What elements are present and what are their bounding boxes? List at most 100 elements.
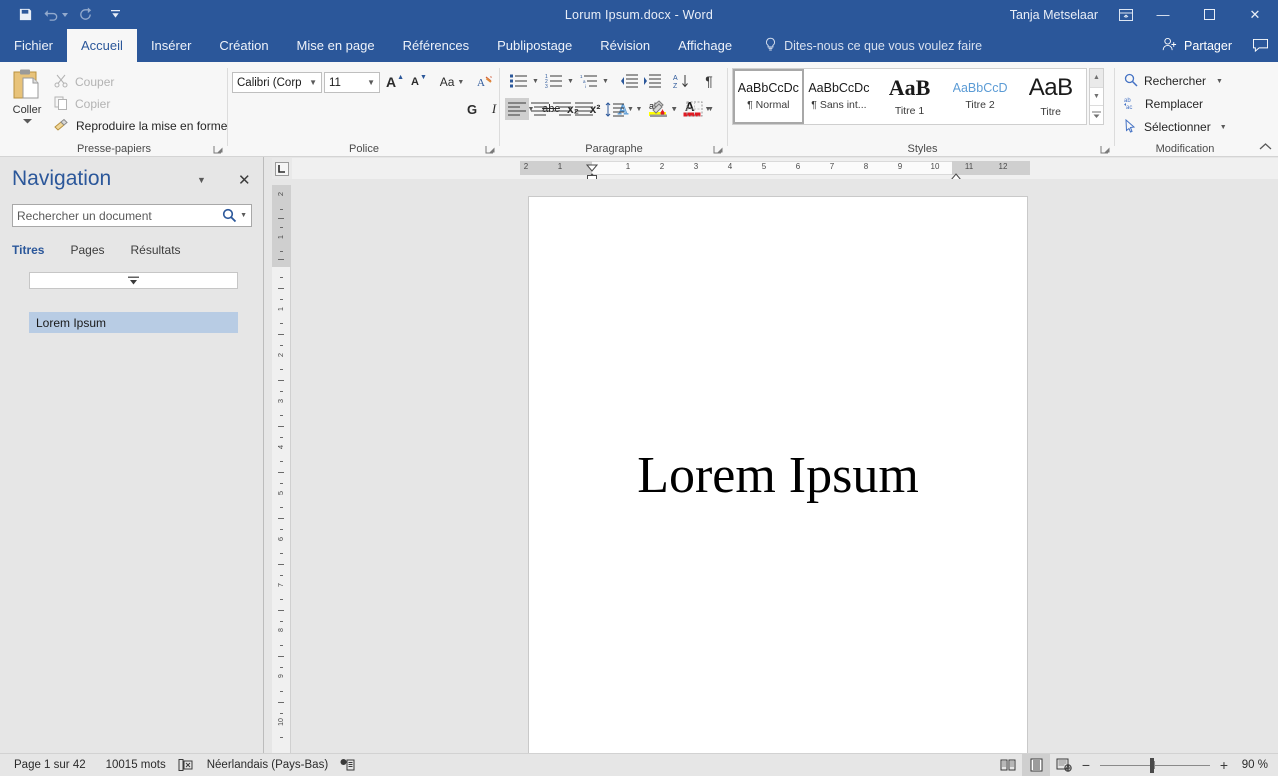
language-indicator[interactable]: Néerlandais (Pays-Bas) bbox=[201, 759, 334, 771]
tab-accueil[interactable]: Accueil bbox=[67, 29, 137, 62]
word-count[interactable]: 10015 mots bbox=[100, 759, 172, 771]
line-spacing-dropdown-icon[interactable]: ▼ bbox=[625, 98, 636, 120]
align-right-icon[interactable] bbox=[550, 98, 574, 120]
font-size-combo[interactable]: 11 ▼ bbox=[324, 72, 380, 93]
nav-tab-pages[interactable]: Pages bbox=[70, 243, 130, 257]
chevron-down-icon[interactable]: ▼ bbox=[1220, 124, 1227, 131]
zoom-thumb[interactable] bbox=[1150, 758, 1154, 773]
justify-icon[interactable] bbox=[572, 98, 596, 120]
close-button[interactable]: ✕ bbox=[1232, 0, 1278, 29]
document-page[interactable]: Lorem Ipsum bbox=[528, 196, 1028, 753]
styles-dialog-launcher[interactable] bbox=[1100, 143, 1111, 154]
save-icon[interactable] bbox=[10, 2, 40, 28]
multilevel-list-icon[interactable]: 1ai bbox=[578, 70, 600, 92]
search-options-chevron-icon[interactable]: ▼ bbox=[240, 212, 251, 219]
borders-dropdown-icon[interactable]: ▼ bbox=[705, 98, 716, 120]
cut-button[interactable]: Couper bbox=[54, 72, 114, 92]
font-name-combo[interactable]: Calibri (Corp ▼ bbox=[232, 72, 322, 93]
clear-formatting-icon[interactable]: A bbox=[474, 71, 496, 93]
replace-button[interactable]: ab ac Remplacer bbox=[1124, 94, 1203, 114]
style-item-normal[interactable]: AaBbCcDc ¶ Normal bbox=[733, 69, 804, 124]
read-mode-icon[interactable] bbox=[994, 754, 1022, 776]
navigation-search-box[interactable]: Rechercher un document ▼ bbox=[12, 204, 252, 227]
document-area[interactable]: Lorem Ipsum bbox=[291, 179, 1278, 753]
tab-inserer[interactable]: Insérer bbox=[137, 29, 205, 62]
select-button[interactable]: Sélectionner ▼ bbox=[1124, 117, 1227, 137]
chevron-down-icon[interactable]: ▼ bbox=[1216, 78, 1223, 85]
vertical-ruler[interactable]: 2 1 1 2 3 4 5 6 7 8 9 10 bbox=[272, 185, 291, 753]
redo-icon[interactable] bbox=[70, 2, 100, 28]
styles-more-icon[interactable] bbox=[1090, 106, 1103, 124]
tab-publipostage[interactable]: Publipostage bbox=[483, 29, 586, 62]
tell-me-box[interactable]: Dites-nous ce que vous voulez faire bbox=[764, 29, 982, 62]
print-layout-icon[interactable] bbox=[1022, 754, 1050, 776]
style-item-titre[interactable]: AaB Titre bbox=[1015, 69, 1086, 124]
shading-icon[interactable] bbox=[646, 98, 670, 120]
nav-tab-titres[interactable]: Titres bbox=[12, 243, 70, 257]
numbering-dropdown-icon[interactable]: ▼ bbox=[565, 70, 576, 92]
zoom-in-button[interactable]: + bbox=[1216, 757, 1232, 773]
paragraph-dialog-launcher[interactable] bbox=[713, 143, 724, 154]
undo-icon[interactable] bbox=[40, 2, 70, 28]
tab-left-icon[interactable] bbox=[272, 158, 292, 179]
maximize-button[interactable] bbox=[1186, 0, 1232, 29]
zoom-level[interactable]: 90 % bbox=[1232, 759, 1278, 771]
customize-qat-icon[interactable] bbox=[100, 2, 130, 28]
change-case-icon[interactable]: Aa ▼ bbox=[435, 71, 469, 93]
share-button[interactable]: Partager bbox=[1152, 29, 1242, 62]
borders-icon[interactable] bbox=[682, 98, 706, 120]
zoom-slider[interactable] bbox=[1100, 754, 1210, 776]
close-icon[interactable]: ✕ bbox=[238, 171, 251, 189]
styles-scroll-down-icon[interactable]: ▼ bbox=[1090, 88, 1103, 107]
show-formatting-marks-icon[interactable]: ¶ bbox=[698, 70, 720, 92]
collapse-all-icon[interactable] bbox=[29, 272, 238, 289]
tab-revision[interactable]: Révision bbox=[586, 29, 664, 62]
shading-dropdown-icon[interactable]: ▼ bbox=[669, 98, 680, 120]
minimize-button[interactable]: — bbox=[1140, 0, 1186, 29]
increase-indent-icon[interactable] bbox=[641, 70, 663, 92]
tab-fichier[interactable]: Fichier bbox=[0, 29, 67, 62]
comment-icon[interactable] bbox=[1242, 29, 1278, 62]
bullets-icon[interactable] bbox=[508, 70, 530, 92]
decrease-indent-icon[interactable] bbox=[618, 70, 640, 92]
navigation-heading-item[interactable]: Lorem Ipsum bbox=[29, 312, 238, 333]
bullets-dropdown-icon[interactable]: ▼ bbox=[530, 70, 541, 92]
format-painter-button[interactable]: Reproduire la mise en forme bbox=[54, 116, 227, 136]
collapse-ribbon-icon[interactable] bbox=[1259, 142, 1272, 154]
align-left-icon[interactable] bbox=[505, 98, 529, 120]
tab-references[interactable]: Références bbox=[389, 29, 483, 62]
horizontal-ruler[interactable]: 2 1 1 2 3 4 5 6 7 8 9 10 11 12 bbox=[292, 158, 1278, 181]
grow-font-icon[interactable]: A ▲ bbox=[384, 71, 406, 93]
tab-mise-en-page[interactable]: Mise en page bbox=[283, 29, 389, 62]
document-heading[interactable]: Lorem Ipsum bbox=[529, 446, 1027, 505]
search-input[interactable]: Rechercher un document bbox=[13, 209, 219, 223]
search-icon[interactable] bbox=[219, 208, 240, 223]
shrink-font-icon[interactable]: A ▼ bbox=[408, 71, 430, 93]
style-item-sans-interligne[interactable]: AaBbCcDc ¶ Sans int... bbox=[804, 69, 875, 124]
style-item-titre-2[interactable]: AaBbCcD Titre 2 bbox=[945, 69, 1016, 124]
line-spacing-icon[interactable] bbox=[602, 98, 626, 120]
styles-scroll-up-icon[interactable]: ▲ bbox=[1090, 69, 1103, 88]
chevron-down-icon[interactable]: ▼ bbox=[197, 175, 206, 185]
page-indicator[interactable]: Page 1 sur 42 bbox=[8, 759, 92, 771]
nav-tab-resultats[interactable]: Résultats bbox=[131, 243, 207, 257]
proofing-errors-icon[interactable] bbox=[178, 758, 193, 772]
copy-button[interactable]: Copier bbox=[54, 94, 110, 114]
ribbon-display-options-icon[interactable] bbox=[1112, 0, 1140, 29]
bold-icon[interactable]: G bbox=[462, 98, 482, 120]
styles-scrollbar[interactable]: ▲ ▼ bbox=[1089, 68, 1104, 125]
multilevel-dropdown-icon[interactable]: ▼ bbox=[600, 70, 611, 92]
find-button[interactable]: Rechercher ▼ bbox=[1124, 71, 1223, 91]
clipboard-dialog-launcher[interactable] bbox=[213, 143, 224, 154]
tab-creation[interactable]: Création bbox=[205, 29, 282, 62]
sort-icon[interactable]: AZ bbox=[670, 70, 692, 92]
paste-button[interactable]: Coller bbox=[6, 68, 48, 144]
zoom-out-button[interactable]: − bbox=[1078, 757, 1094, 773]
numbering-icon[interactable]: 123 bbox=[543, 70, 565, 92]
macro-recording-icon[interactable] bbox=[340, 758, 355, 772]
font-dialog-launcher[interactable] bbox=[485, 143, 496, 154]
tab-affichage[interactable]: Affichage bbox=[664, 29, 746, 62]
align-center-icon[interactable] bbox=[528, 98, 552, 120]
web-layout-icon[interactable] bbox=[1050, 754, 1078, 776]
style-item-titre-1[interactable]: AaB Titre 1 bbox=[874, 69, 945, 124]
